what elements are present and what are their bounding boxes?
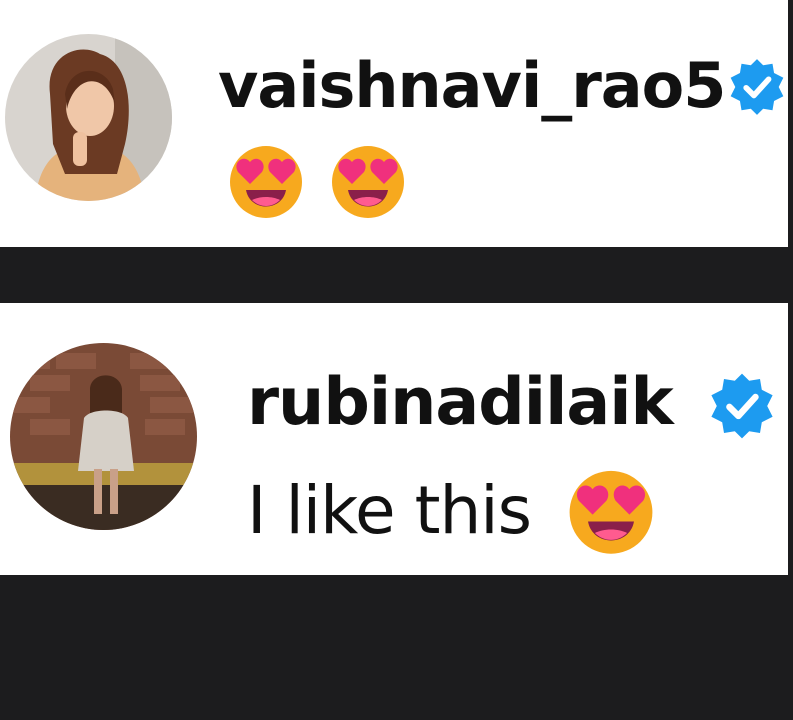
comment-text: [226, 140, 430, 220]
comment-card: rubinadilaik I like this: [0, 303, 788, 575]
comment-card: vaishnavi_rao5: [0, 0, 788, 247]
comment-thread: vaishnavi_rao5 rubinadilaik I like this: [0, 0, 793, 720]
username[interactable]: rubinadilaik: [247, 361, 674, 445]
verified-badge-icon: [730, 59, 784, 115]
avatar[interactable]: [5, 34, 172, 201]
comment-text-label: I like this: [247, 471, 532, 549]
username[interactable]: vaishnavi_rao5: [218, 46, 726, 126]
heart-eyes-emoji-icon: [230, 146, 302, 218]
verified-badge-icon: [711, 373, 773, 439]
heart-eyes-emoji-icon: [569, 470, 653, 554]
avatar[interactable]: [10, 343, 197, 530]
comment-text: I like this: [247, 465, 657, 555]
heart-eyes-emoji-icon: [332, 146, 404, 218]
